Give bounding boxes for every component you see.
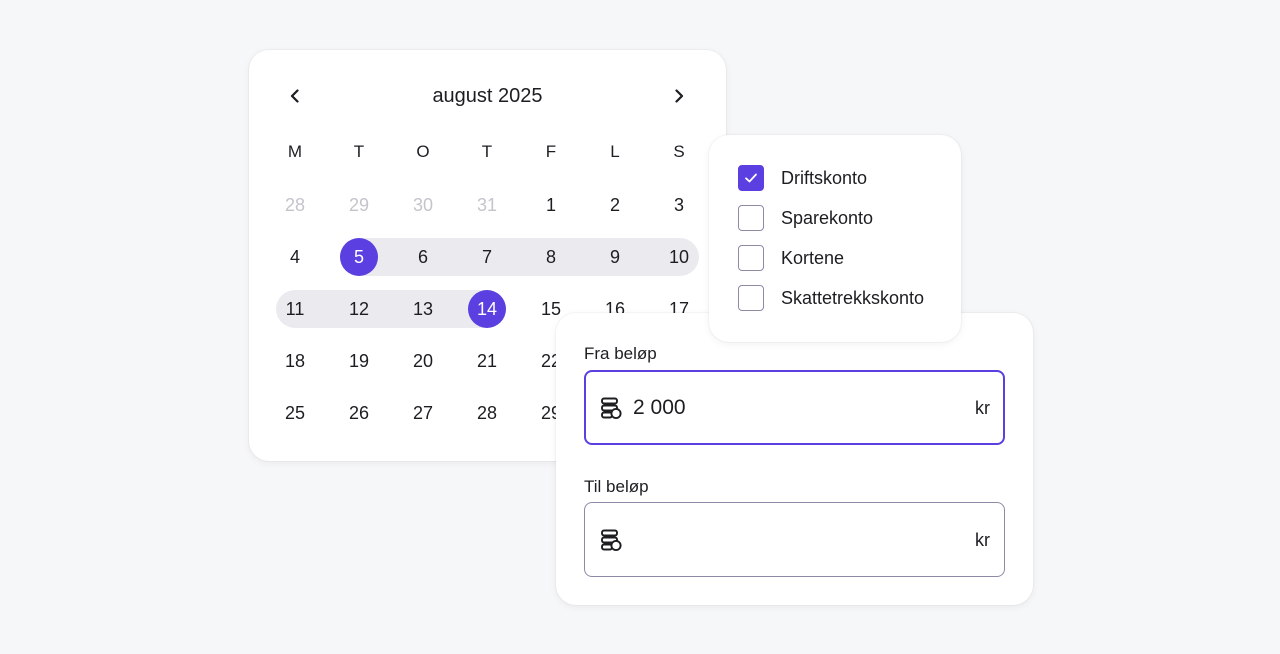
account-label: Sparekonto [781, 208, 874, 228]
calendar-day[interactable]: 28 [468, 394, 506, 432]
calendar-day[interactable]: 25 [276, 394, 314, 432]
calendar-day[interactable]: 7 [468, 238, 506, 276]
calendar-day[interactable]: 8 [532, 238, 570, 276]
weekday-header: F [545, 142, 557, 161]
calendar-day[interactable]: 11 [276, 290, 314, 328]
account-label: Skattetrekkskonto [781, 288, 925, 308]
calendar-day[interactable]: 1 [532, 186, 570, 224]
calendar-month-title: august 2025 [432, 85, 543, 107]
account-label: Driftskonto [781, 168, 868, 188]
chevron-right-icon [675, 89, 684, 103]
account-option-kortene[interactable]: Kortene [738, 244, 844, 272]
to-amount-label: Til beløp [584, 477, 649, 496]
account-checkbox[interactable] [738, 285, 764, 311]
weekday-header: T [353, 142, 365, 161]
account-checkbox[interactable] [738, 165, 764, 191]
calendar-day[interactable]: 19 [340, 342, 378, 380]
weekday-header: T [481, 142, 493, 161]
calendar-day[interactable]: 18 [276, 342, 314, 380]
calendar-day-outside-month[interactable]: 28 [276, 186, 314, 224]
calendar-day[interactable]: 13 [404, 290, 442, 328]
calendar-day[interactable]: 9 [596, 238, 634, 276]
to-amount-currency: kr [975, 530, 990, 550]
calendar-day[interactable]: 2 [596, 186, 634, 224]
calendar-day[interactable]: 12 [340, 290, 378, 328]
account-option-skattetrekkskonto[interactable]: Skattetrekkskonto [738, 284, 924, 312]
account-filter-list: Driftskonto Sparekonto Kortene Skattetre… [709, 135, 961, 342]
calendar-day[interactable]: 14 [468, 290, 506, 328]
weekday-header: L [610, 142, 620, 161]
weekday-header: O [416, 142, 430, 161]
weekday-header: S [673, 142, 685, 161]
account-checkbox[interactable] [738, 245, 764, 271]
calendar-day[interactable]: 10 [660, 238, 698, 276]
coins-icon [601, 397, 622, 420]
calendar-day[interactable]: 21 [468, 342, 506, 380]
weekday-header: M [287, 142, 303, 161]
next-month-button[interactable] [663, 80, 695, 112]
from-amount-input[interactable]: 2 000 kr [584, 370, 1005, 445]
calendar-day-outside-month[interactable]: 30 [404, 186, 442, 224]
account-label: Kortene [781, 248, 845, 268]
calendar-day-outside-month[interactable]: 31 [468, 186, 506, 224]
from-amount-value: 2 000 [633, 396, 686, 419]
calendar-day[interactable]: 5 [340, 238, 378, 276]
amount-filter-panel: Fra beløp 2 000 kr Til beløp kr [556, 313, 1033, 605]
from-amount-label: Fra beløp [584, 344, 657, 363]
calendar-day[interactable]: 27 [404, 394, 442, 432]
checkmark-icon [745, 173, 757, 183]
from-amount-currency: kr [975, 398, 990, 418]
to-amount-input[interactable]: kr [584, 502, 1005, 577]
selected-range-highlight [340, 238, 699, 276]
calendar-day[interactable]: 6 [404, 238, 442, 276]
calendar-day[interactable]: 4 [276, 238, 314, 276]
coins-icon [601, 529, 622, 552]
calendar-day[interactable]: 26 [340, 394, 378, 432]
account-option-sparekonto[interactable]: Sparekonto [738, 204, 873, 232]
calendar-day[interactable]: 20 [404, 342, 442, 380]
calendar-day[interactable]: 3 [660, 186, 698, 224]
account-checkbox[interactable] [738, 205, 764, 231]
account-option-driftskonto[interactable]: Driftskonto [738, 164, 867, 192]
calendar-day-outside-month[interactable]: 29 [340, 186, 378, 224]
